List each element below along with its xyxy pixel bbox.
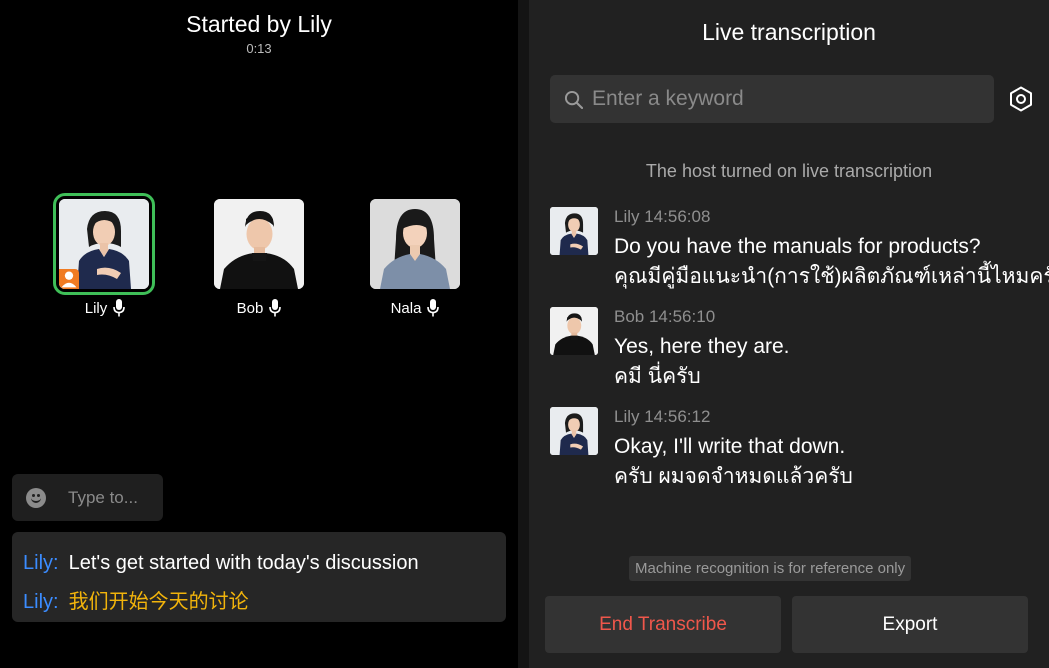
- transcription-notice: The host turned on live transcription: [645, 161, 933, 181]
- search-icon: [564, 90, 583, 109]
- participant-video-lily[interactable]: [53, 193, 155, 295]
- message-text: Do you have the manuals for products?: [614, 235, 981, 258]
- participant-name-row: Nala: [363, 299, 467, 317]
- meeting-timer: 0:13: [246, 41, 272, 56]
- avatar: [550, 207, 598, 255]
- subtitle-speaker: Lily:: [23, 591, 59, 613]
- participant-name: Nala: [390, 299, 422, 317]
- host-badge-icon: [59, 269, 79, 289]
- message-meta: Lily 14:56:08: [614, 207, 711, 226]
- subtitle-line: Lily: 我们开始今天的讨论: [23, 583, 495, 622]
- message-body: Lily 14:56:12 Okay, I'll write that down…: [614, 407, 1034, 492]
- message-translation: ครับ ผมจดจำหมดแล้วครับ: [614, 465, 853, 488]
- live-subtitle-box: Lily: Let's get started with today's disc…: [12, 532, 506, 622]
- message-body: Lily 14:56:08 Do you have the manuals fo…: [614, 207, 1049, 292]
- meeting-title: Started by Lily: [186, 11, 332, 37]
- disclaimer-badge: Machine recognition is for reference onl…: [629, 556, 912, 581]
- search-input[interactable]: [592, 87, 972, 111]
- settings-icon[interactable]: [1008, 86, 1034, 112]
- avatar: [214, 199, 304, 289]
- emoji-icon[interactable]: [26, 487, 46, 508]
- panel-divider: [518, 0, 529, 668]
- participant-name: Bob: [236, 299, 264, 317]
- subtitle-line: Lily: Let's get started with today's disc…: [23, 544, 495, 583]
- subtitle-translation: 我们开始今天的讨论: [68, 591, 249, 613]
- search-box[interactable]: [550, 75, 994, 123]
- mic-icon[interactable]: [269, 299, 282, 317]
- subtitle-speaker: Lily:: [23, 552, 59, 574]
- avatar: [550, 407, 598, 455]
- participant-name-row: Bob: [207, 299, 311, 317]
- transcription-panel: Live transcription The host turned on li…: [529, 0, 1049, 668]
- subtitle-text: Let's get started with today's discussio…: [68, 552, 419, 574]
- mic-icon[interactable]: [113, 299, 126, 317]
- participant-name: Lily: [84, 299, 108, 317]
- message-translation: คมี นี่ครับ: [614, 365, 701, 388]
- message-meta: Bob 14:56:10: [614, 307, 716, 326]
- message-text: Okay, I'll write that down.: [614, 435, 846, 458]
- message-meta: Lily 14:56:12: [614, 407, 711, 426]
- chat-input[interactable]: Type to...: [12, 474, 163, 521]
- participant-video-bob[interactable]: [214, 199, 304, 289]
- message-text: Yes, here they are.: [614, 335, 790, 358]
- message-body: Bob 14:56:10 Yes, here they are. คมี นี่…: [614, 307, 1034, 392]
- message-translation: คุณมีคู่มือแนะนำ(การใช้)ผลิตภัณฑ์เหล่านี…: [614, 265, 1049, 288]
- avatar: [370, 199, 460, 289]
- chat-placeholder: Type to...: [68, 487, 138, 507]
- end-transcribe-button[interactable]: End Transcribe: [545, 596, 781, 653]
- avatar: [550, 307, 598, 355]
- participant-video-nala[interactable]: [370, 199, 460, 289]
- meeting-video-panel: Started by Lily 0:13 Lily Bob Nala Type …: [0, 0, 518, 668]
- mic-icon[interactable]: [427, 299, 440, 317]
- panel-title: Live transcription: [702, 19, 876, 45]
- export-button[interactable]: Export: [792, 596, 1028, 653]
- participant-name-row: Lily: [53, 299, 157, 317]
